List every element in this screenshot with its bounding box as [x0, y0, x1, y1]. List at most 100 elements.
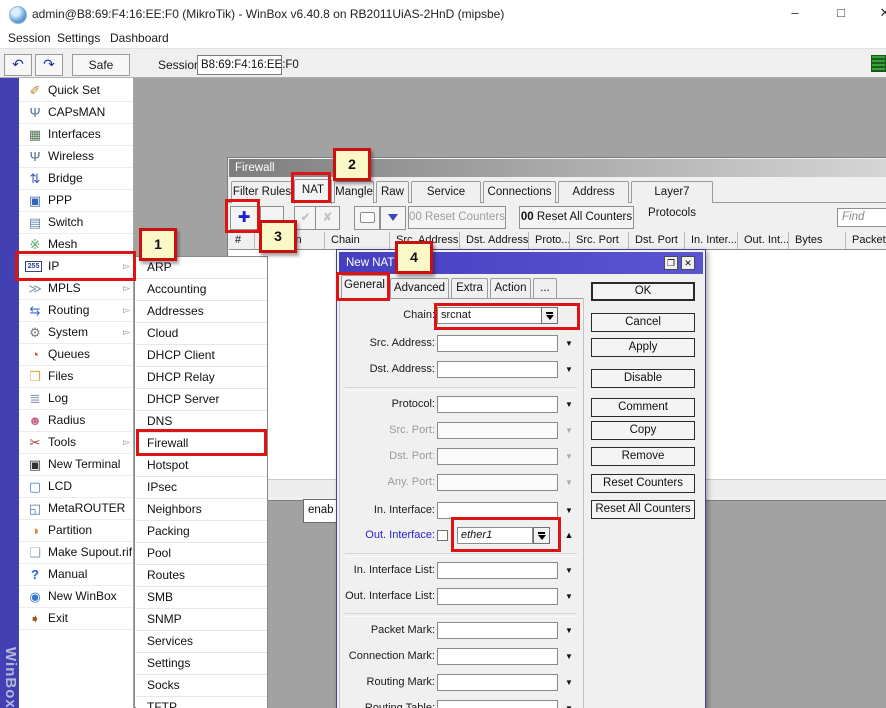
safe-mode-button[interactable]: Safe Mode — [72, 54, 130, 76]
sidebar-item-routing[interactable]: ⇆Routing▻ — [19, 300, 133, 322]
dropdown-arrow-icon[interactable]: ▼ — [563, 648, 575, 665]
session-field[interactable]: B8:69:F4:16:EE:F0 — [197, 55, 282, 75]
submenu-item-ipsec[interactable]: IPsec — [136, 477, 267, 499]
maximize-button[interactable]: □ — [824, 0, 858, 26]
col-in-interface[interactable]: In. Inter... — [685, 232, 738, 249]
sidebar-item-wireless[interactable]: ΨWireless — [19, 146, 133, 168]
reset-all-counters-button[interactable]: 00 Reset All Counters — [519, 206, 634, 229]
dropdown-arrow-icon[interactable]: ▼ — [563, 335, 575, 352]
sidebar-item-lcd[interactable]: ▢LCD — [19, 476, 133, 498]
submenu-item-dhcp-client[interactable]: DHCP Client — [136, 345, 267, 367]
sidebar-item-ppp[interactable]: ▣PPP — [19, 190, 133, 212]
dropdown-arrow-icon[interactable]: ▼ — [563, 361, 575, 378]
disable-button[interactable]: Disable — [591, 369, 695, 388]
tab-layer7-protocols[interactable]: Layer7 Protocols — [631, 181, 713, 203]
sidebar-item-make-supout[interactable]: ❏Make Supout.rif — [19, 542, 133, 564]
tab-raw[interactable]: Raw — [376, 181, 409, 203]
col-chain[interactable]: Chain — [325, 232, 390, 249]
dropdown-arrow-icon[interactable]: ▼ — [563, 674, 575, 691]
menu-dashboard[interactable]: Dashboard — [110, 31, 169, 45]
tab-connections[interactable]: Connections — [483, 181, 556, 203]
routing-mark-input[interactable] — [437, 674, 558, 691]
dropdown-arrow-icon[interactable]: ▼ — [563, 588, 575, 605]
col-packets[interactable]: Packet... — [846, 232, 886, 249]
dialog-tab-more[interactable]: ... — [533, 278, 557, 298]
submenu-item-dhcp-server[interactable]: DHCP Server — [136, 389, 267, 411]
dialog-tab-advanced[interactable]: Advanced — [390, 278, 449, 298]
submenu-item-smb[interactable]: SMB — [136, 587, 267, 609]
submenu-item-settings[interactable]: Settings — [136, 653, 267, 675]
col-bytes[interactable]: Bytes — [789, 232, 846, 249]
sidebar-item-manual[interactable]: ?Manual — [19, 564, 133, 586]
ok-button[interactable]: OK — [591, 282, 695, 301]
reset-all-counters-button[interactable]: Reset All Counters — [591, 500, 695, 519]
apply-button[interactable]: Apply — [591, 338, 695, 357]
dialog-tab-extra[interactable]: Extra — [451, 278, 488, 298]
submenu-item-pool[interactable]: Pool — [136, 543, 267, 565]
collapse-arrow-icon[interactable]: ▲ — [563, 527, 575, 544]
col-protocol[interactable]: Proto... — [529, 232, 570, 249]
sidebar-item-files[interactable]: ❒Files — [19, 366, 133, 388]
submenu-item-tftp[interactable]: TFTP — [136, 697, 267, 708]
sidebar-item-exit[interactable]: ➧Exit — [19, 608, 133, 630]
tab-service-ports[interactable]: Service Ports — [411, 181, 481, 203]
menu-settings[interactable]: Settings — [57, 31, 100, 45]
dropdown-arrow-icon[interactable]: ▼ — [563, 562, 575, 579]
enable-rule-button[interactable]: ✔ — [294, 206, 317, 230]
col-out-interface[interactable]: Out. Int... — [738, 232, 789, 249]
routing-table-input[interactable] — [437, 700, 558, 708]
cancel-button[interactable]: Cancel — [591, 313, 695, 332]
submenu-item-packing[interactable]: Packing — [136, 521, 267, 543]
src-address-input[interactable] — [437, 335, 558, 352]
dialog-close-button[interactable]: ✕ — [681, 256, 695, 270]
sidebar-item-tools[interactable]: ✂Tools▻ — [19, 432, 133, 454]
col-dst-port[interactable]: Dst. Port — [629, 232, 685, 249]
filter-button[interactable] — [380, 206, 406, 230]
sidebar-item-queues[interactable]: ◔Queues — [19, 344, 133, 366]
sidebar-item-log[interactable]: ≣Log — [19, 388, 133, 410]
dialog-titlebar[interactable]: New NAT Rule — [339, 252, 703, 274]
tab-address-lists[interactable]: Address Lists — [558, 181, 629, 203]
disable-rule-button[interactable]: ✘ — [315, 206, 340, 230]
submenu-item-cloud[interactable]: Cloud — [136, 323, 267, 345]
sidebar-item-quick-set[interactable]: ✐Quick Set — [19, 80, 133, 102]
col-dst-address[interactable]: Dst. Address — [460, 232, 529, 249]
reset-counters-button[interactable]: 00 Reset Counters — [408, 206, 506, 229]
comment-button[interactable]: Comment — [591, 398, 695, 417]
minimize-button[interactable]: – — [778, 0, 812, 26]
copy-button[interactable]: Copy — [591, 421, 695, 440]
dst-address-input[interactable] — [437, 361, 558, 378]
sidebar-item-system[interactable]: ⚙System▻ — [19, 322, 133, 344]
dialog-restore-button[interactable]: ❐ — [664, 256, 678, 270]
reset-counters-button[interactable]: Reset Counters — [591, 474, 695, 493]
find-input[interactable]: Find — [837, 208, 886, 227]
submenu-item-routes[interactable]: Routes — [136, 565, 267, 587]
sidebar-item-capsman[interactable]: ΨCAPsMAN — [19, 102, 133, 124]
out-interface-not-checkbox[interactable] — [437, 530, 448, 541]
submenu-item-snmp[interactable]: SNMP — [136, 609, 267, 631]
tab-mangle[interactable]: Mangle — [334, 181, 374, 203]
in-interface-list-input[interactable] — [437, 562, 558, 579]
sidebar-item-mpls[interactable]: ≫MPLS▻ — [19, 278, 133, 300]
dialog-tab-action[interactable]: Action — [490, 278, 531, 298]
submenu-item-hotspot[interactable]: Hotspot — [136, 455, 267, 477]
col-src-port[interactable]: Src. Port — [570, 232, 629, 249]
sidebar-item-radius[interactable]: ☻Radius — [19, 410, 133, 432]
submenu-item-neighbors[interactable]: Neighbors — [136, 499, 267, 521]
dropdown-arrow-icon[interactable]: ▼ — [563, 700, 575, 708]
sidebar-item-new-winbox[interactable]: ◉New WinBox — [19, 586, 133, 608]
redo-button[interactable]: ↷ — [35, 54, 63, 76]
submenu-item-services[interactable]: Services — [136, 631, 267, 653]
dropdown-arrow-icon[interactable]: ▼ — [563, 622, 575, 639]
remove-button[interactable]: Remove — [591, 447, 695, 466]
comment-button[interactable] — [354, 206, 380, 230]
col-number[interactable]: # — [229, 232, 255, 249]
submenu-item-dhcp-relay[interactable]: DHCP Relay — [136, 367, 267, 389]
sidebar-item-new-terminal[interactable]: ▣New Terminal — [19, 454, 133, 476]
close-button[interactable]: ✕ — [868, 0, 886, 26]
dropdown-arrow-icon[interactable]: ▼ — [563, 396, 575, 413]
sidebar-item-bridge[interactable]: ⇅Bridge — [19, 168, 133, 190]
sidebar-item-switch[interactable]: ▤Switch — [19, 212, 133, 234]
packet-mark-input[interactable] — [437, 622, 558, 639]
sidebar-item-metarouter[interactable]: ◱MetaROUTER — [19, 498, 133, 520]
